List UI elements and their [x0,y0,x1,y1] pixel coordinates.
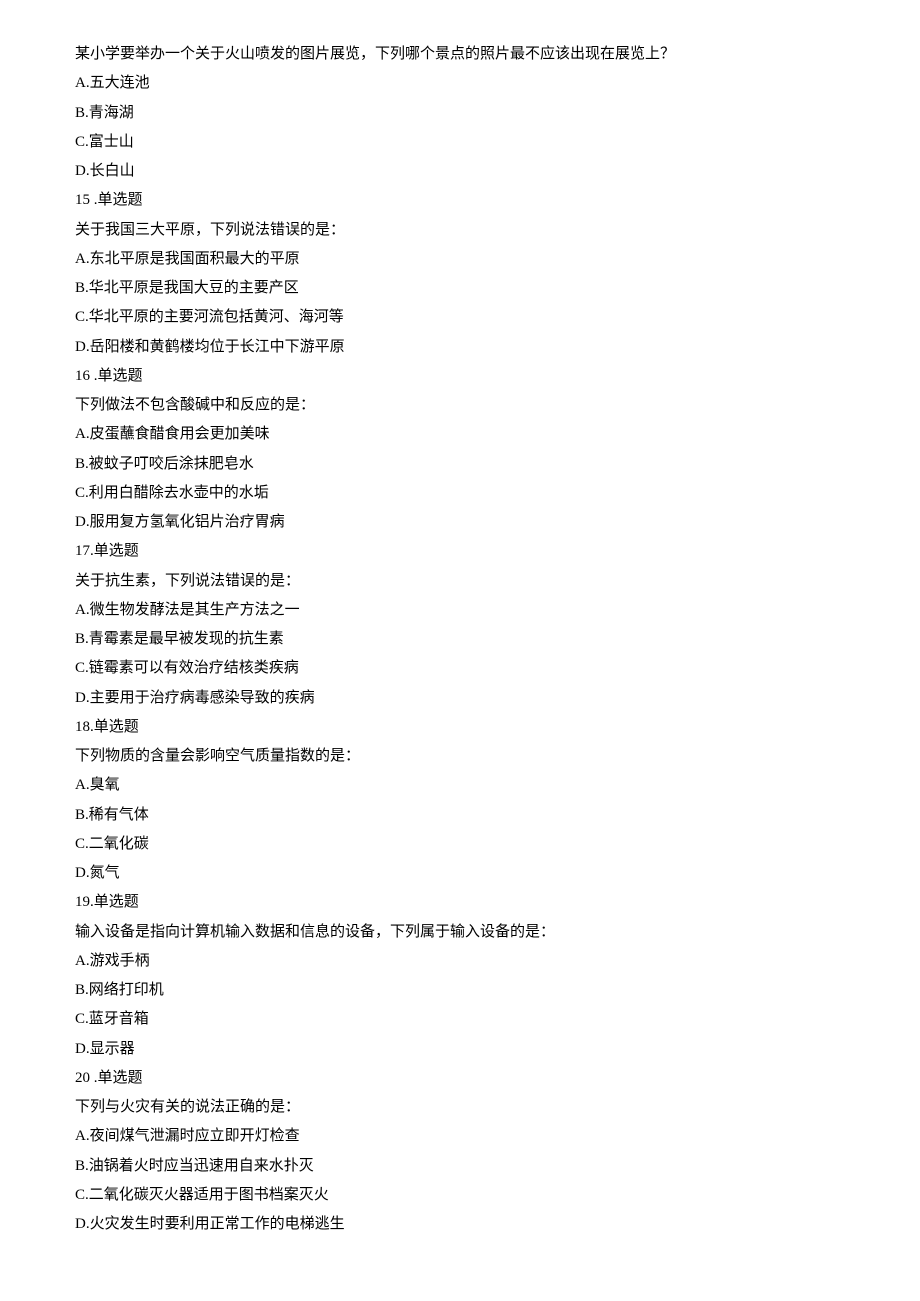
option-c: C.蓝牙音箱 [75,1005,845,1034]
option-d: D.显示器 [75,1035,845,1064]
question-header: 19.单选题 [75,888,845,917]
option-d: D.长白山 [75,157,845,186]
question-stem: 下列做法不包含酸碱中和反应的是： [75,391,845,420]
option-b: B.网络打印机 [75,976,845,1005]
option-a: A.游戏手柄 [75,947,845,976]
option-b: B.华北平原是我国大豆的主要产区 [75,274,845,303]
option-d: D.岳阳楼和黄鹤楼均位于长江中下游平原 [75,333,845,362]
option-d: D.火灾发生时要利用正常工作的电梯逃生 [75,1210,845,1239]
option-a: A.臭氧 [75,771,845,800]
question-stem: 输入设备是指向计算机输入数据和信息的设备，下列属于输入设备的是： [75,918,845,947]
option-c: C.二氧化碳灭火器适用于图书档案灭火 [75,1181,845,1210]
option-a: A.微生物发酵法是其生产方法之一 [75,596,845,625]
question-stem: 下列物质的含量会影响空气质量指数的是： [75,742,845,771]
option-a: A.夜间煤气泄漏时应立即开灯检查 [75,1122,845,1151]
option-a: A.皮蛋蘸食醋食用会更加美味 [75,420,845,449]
question-header: 18.单选题 [75,713,845,742]
option-d: D.服用复方氢氧化铝片治疗胃病 [75,508,845,537]
option-c: C.华北平原的主要河流包括黄河、海河等 [75,303,845,332]
question-stem: 下列与火灾有关的说法正确的是： [75,1093,845,1122]
question-header: 16 .单选题 [75,362,845,391]
option-b: B.油锅着火时应当迅速用自来水扑灭 [75,1152,845,1181]
option-b: B.青海湖 [75,99,845,128]
option-c: C.富士山 [75,128,845,157]
option-d: D.氮气 [75,859,845,888]
question-header: 20 .单选题 [75,1064,845,1093]
option-c: C.利用白醋除去水壶中的水垢 [75,479,845,508]
option-d: D.主要用于治疗病毒感染导致的疾病 [75,684,845,713]
option-c: C.链霉素可以有效治疗结核类疾病 [75,654,845,683]
option-b: B.稀有气体 [75,801,845,830]
question-stem: 某小学要举办一个关于火山喷发的图片展览，下列哪个景点的照片最不应该出现在展览上？ [75,40,845,69]
option-a: A.东北平原是我国面积最大的平原 [75,245,845,274]
option-b: B.被蚊子叮咬后涂抹肥皂水 [75,450,845,479]
question-header: 15 .单选题 [75,186,845,215]
question-header: 17.单选题 [75,537,845,566]
question-stem: 关于我国三大平原，下列说法错误的是： [75,216,845,245]
option-b: B.青霉素是最早被发现的抗生素 [75,625,845,654]
option-c: C.二氧化碳 [75,830,845,859]
option-a: A.五大连池 [75,69,845,98]
question-stem: 关于抗生素，下列说法错误的是： [75,567,845,596]
